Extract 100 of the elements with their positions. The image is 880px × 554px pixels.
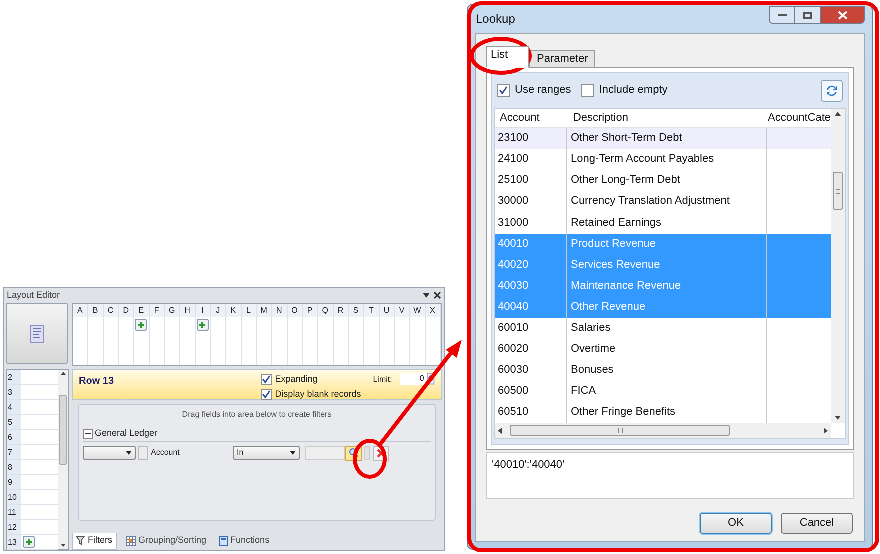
column-header[interactable]: R (334, 304, 348, 317)
horizontal-scrollbar[interactable] (495, 423, 831, 438)
collapse-icon[interactable] (83, 428, 93, 439)
close-icon (376, 448, 386, 458)
column-header[interactable]: K (226, 304, 241, 317)
column-header[interactable]: B (88, 304, 103, 317)
column-header[interactable]: L (242, 304, 256, 317)
close-icon (838, 10, 848, 20)
option-label: Expanding (275, 373, 318, 386)
option-label: Display blank records (275, 388, 362, 401)
refresh-button[interactable] (821, 80, 843, 102)
option-label: Include empty (599, 83, 668, 98)
add-field-icon[interactable] (196, 319, 209, 331)
dropdown[interactable] (83, 446, 136, 460)
checkbox[interactable] (138, 446, 148, 460)
tab[interactable]: List (486, 46, 529, 68)
checkbox[interactable] (261, 374, 272, 386)
vertical-scrollbar[interactable] (831, 109, 845, 423)
row-number[interactable]: 3 (7, 385, 21, 399)
column-header[interactable]: T (364, 304, 379, 317)
window-title: Lookup (475, 11, 516, 28)
row-number[interactable]: 13 (7, 535, 21, 549)
scroll-down-icon[interactable] (835, 416, 841, 420)
annotation-circle (470, 37, 532, 75)
column-header[interactable]: V (394, 304, 410, 317)
column-header[interactable]: U (380, 304, 394, 317)
caret-icon (290, 451, 296, 455)
filter-hint: Drag fields into area below to create filters (181, 409, 333, 421)
dialog-button[interactable]: OK (700, 513, 772, 534)
row-number[interactable]: 7 (7, 445, 21, 459)
panel-tab[interactable]: Filters (72, 532, 116, 550)
column-header[interactable]: Account (495, 110, 566, 126)
maximize-button[interactable] (795, 6, 821, 24)
limit-field[interactable]: 0 (400, 373, 428, 385)
row-number[interactable]: 8 (7, 460, 21, 474)
row-number[interactable]: 5 (7, 415, 21, 429)
caret-icon (126, 451, 132, 455)
panel-tab[interactable]: Grouping/Sorting (122, 532, 210, 550)
row-number[interactable]: 4 (7, 400, 21, 414)
vertical-scrollbar[interactable] (58, 370, 68, 549)
document-icon (30, 324, 44, 342)
column-header[interactable]: AccountCate (761, 110, 831, 126)
group-label: General Ledger (95, 427, 158, 440)
column-header[interactable]: I (196, 304, 210, 317)
refresh-icon (825, 84, 839, 98)
expression-field[interactable]: '40010':'40040' (486, 452, 854, 499)
grid-icon (126, 536, 136, 546)
dialog-button[interactable]: Cancel (781, 513, 853, 534)
column-header[interactable]: Description (565, 110, 762, 126)
layout-preview-button[interactable] (6, 303, 68, 364)
checkbox[interactable] (581, 84, 594, 97)
add-field-icon[interactable] (23, 536, 35, 548)
minimize-button[interactable] (769, 6, 795, 24)
column-header[interactable]: P (302, 304, 318, 317)
scroll-down-icon[interactable] (60, 544, 66, 547)
column-header[interactable]: Q (318, 304, 333, 317)
column-header[interactable]: N (272, 304, 287, 317)
field-label: Account (151, 447, 181, 459)
value-field[interactable] (305, 446, 345, 460)
column-header[interactable]: X (426, 304, 440, 317)
column-header[interactable]: S (348, 304, 364, 317)
column-header[interactable]: G (164, 304, 180, 317)
column-header[interactable]: J (210, 304, 226, 317)
close-button[interactable] (821, 6, 865, 24)
row-number[interactable]: 10 (7, 490, 21, 504)
row-number[interactable]: 2 (7, 370, 21, 384)
column-header[interactable]: F (150, 304, 164, 317)
tab[interactable]: Parameter (529, 50, 595, 68)
annotation-circle (353, 439, 387, 479)
add-field-icon[interactable] (135, 319, 148, 331)
small-field[interactable] (364, 446, 370, 460)
scroll-up-icon[interactable] (60, 372, 66, 375)
operator-dropdown[interactable]: In (233, 446, 300, 460)
column-header[interactable]: W (410, 304, 425, 317)
column-header[interactable]: A (73, 304, 88, 317)
close-icon[interactable] (434, 292, 441, 299)
table-row[interactable]: 23100 Other Short-Term Debt (495, 128, 831, 150)
column-header[interactable]: E (134, 304, 149, 317)
calculator-icon (218, 536, 228, 546)
row-number[interactable]: 11 (7, 505, 21, 519)
column-header[interactable]: H (180, 304, 195, 317)
row-number[interactable]: 12 (7, 520, 21, 534)
column-header[interactable]: C (104, 304, 118, 317)
scroll-left-icon[interactable] (498, 428, 502, 434)
scroll-right-icon[interactable] (824, 428, 828, 434)
limit-label: Limit: (373, 374, 392, 386)
checkbox[interactable] (261, 388, 272, 400)
scroll-up-icon[interactable] (835, 112, 841, 116)
filter-icon (76, 536, 85, 545)
column-header[interactable]: D (118, 304, 134, 317)
option-label: Use ranges (515, 83, 572, 98)
column-header[interactable]: O (288, 304, 302, 317)
dropdown-icon[interactable] (423, 293, 430, 298)
row-number[interactable]: 9 (7, 475, 21, 489)
row-number[interactable]: 6 (7, 430, 21, 444)
checkbox[interactable] (497, 84, 510, 97)
panel-tab[interactable]: Functions (216, 532, 273, 550)
panel-title: Layout Editor (7, 288, 60, 302)
column-header[interactable]: M (256, 304, 272, 317)
row-title: Row 13 (79, 375, 116, 389)
